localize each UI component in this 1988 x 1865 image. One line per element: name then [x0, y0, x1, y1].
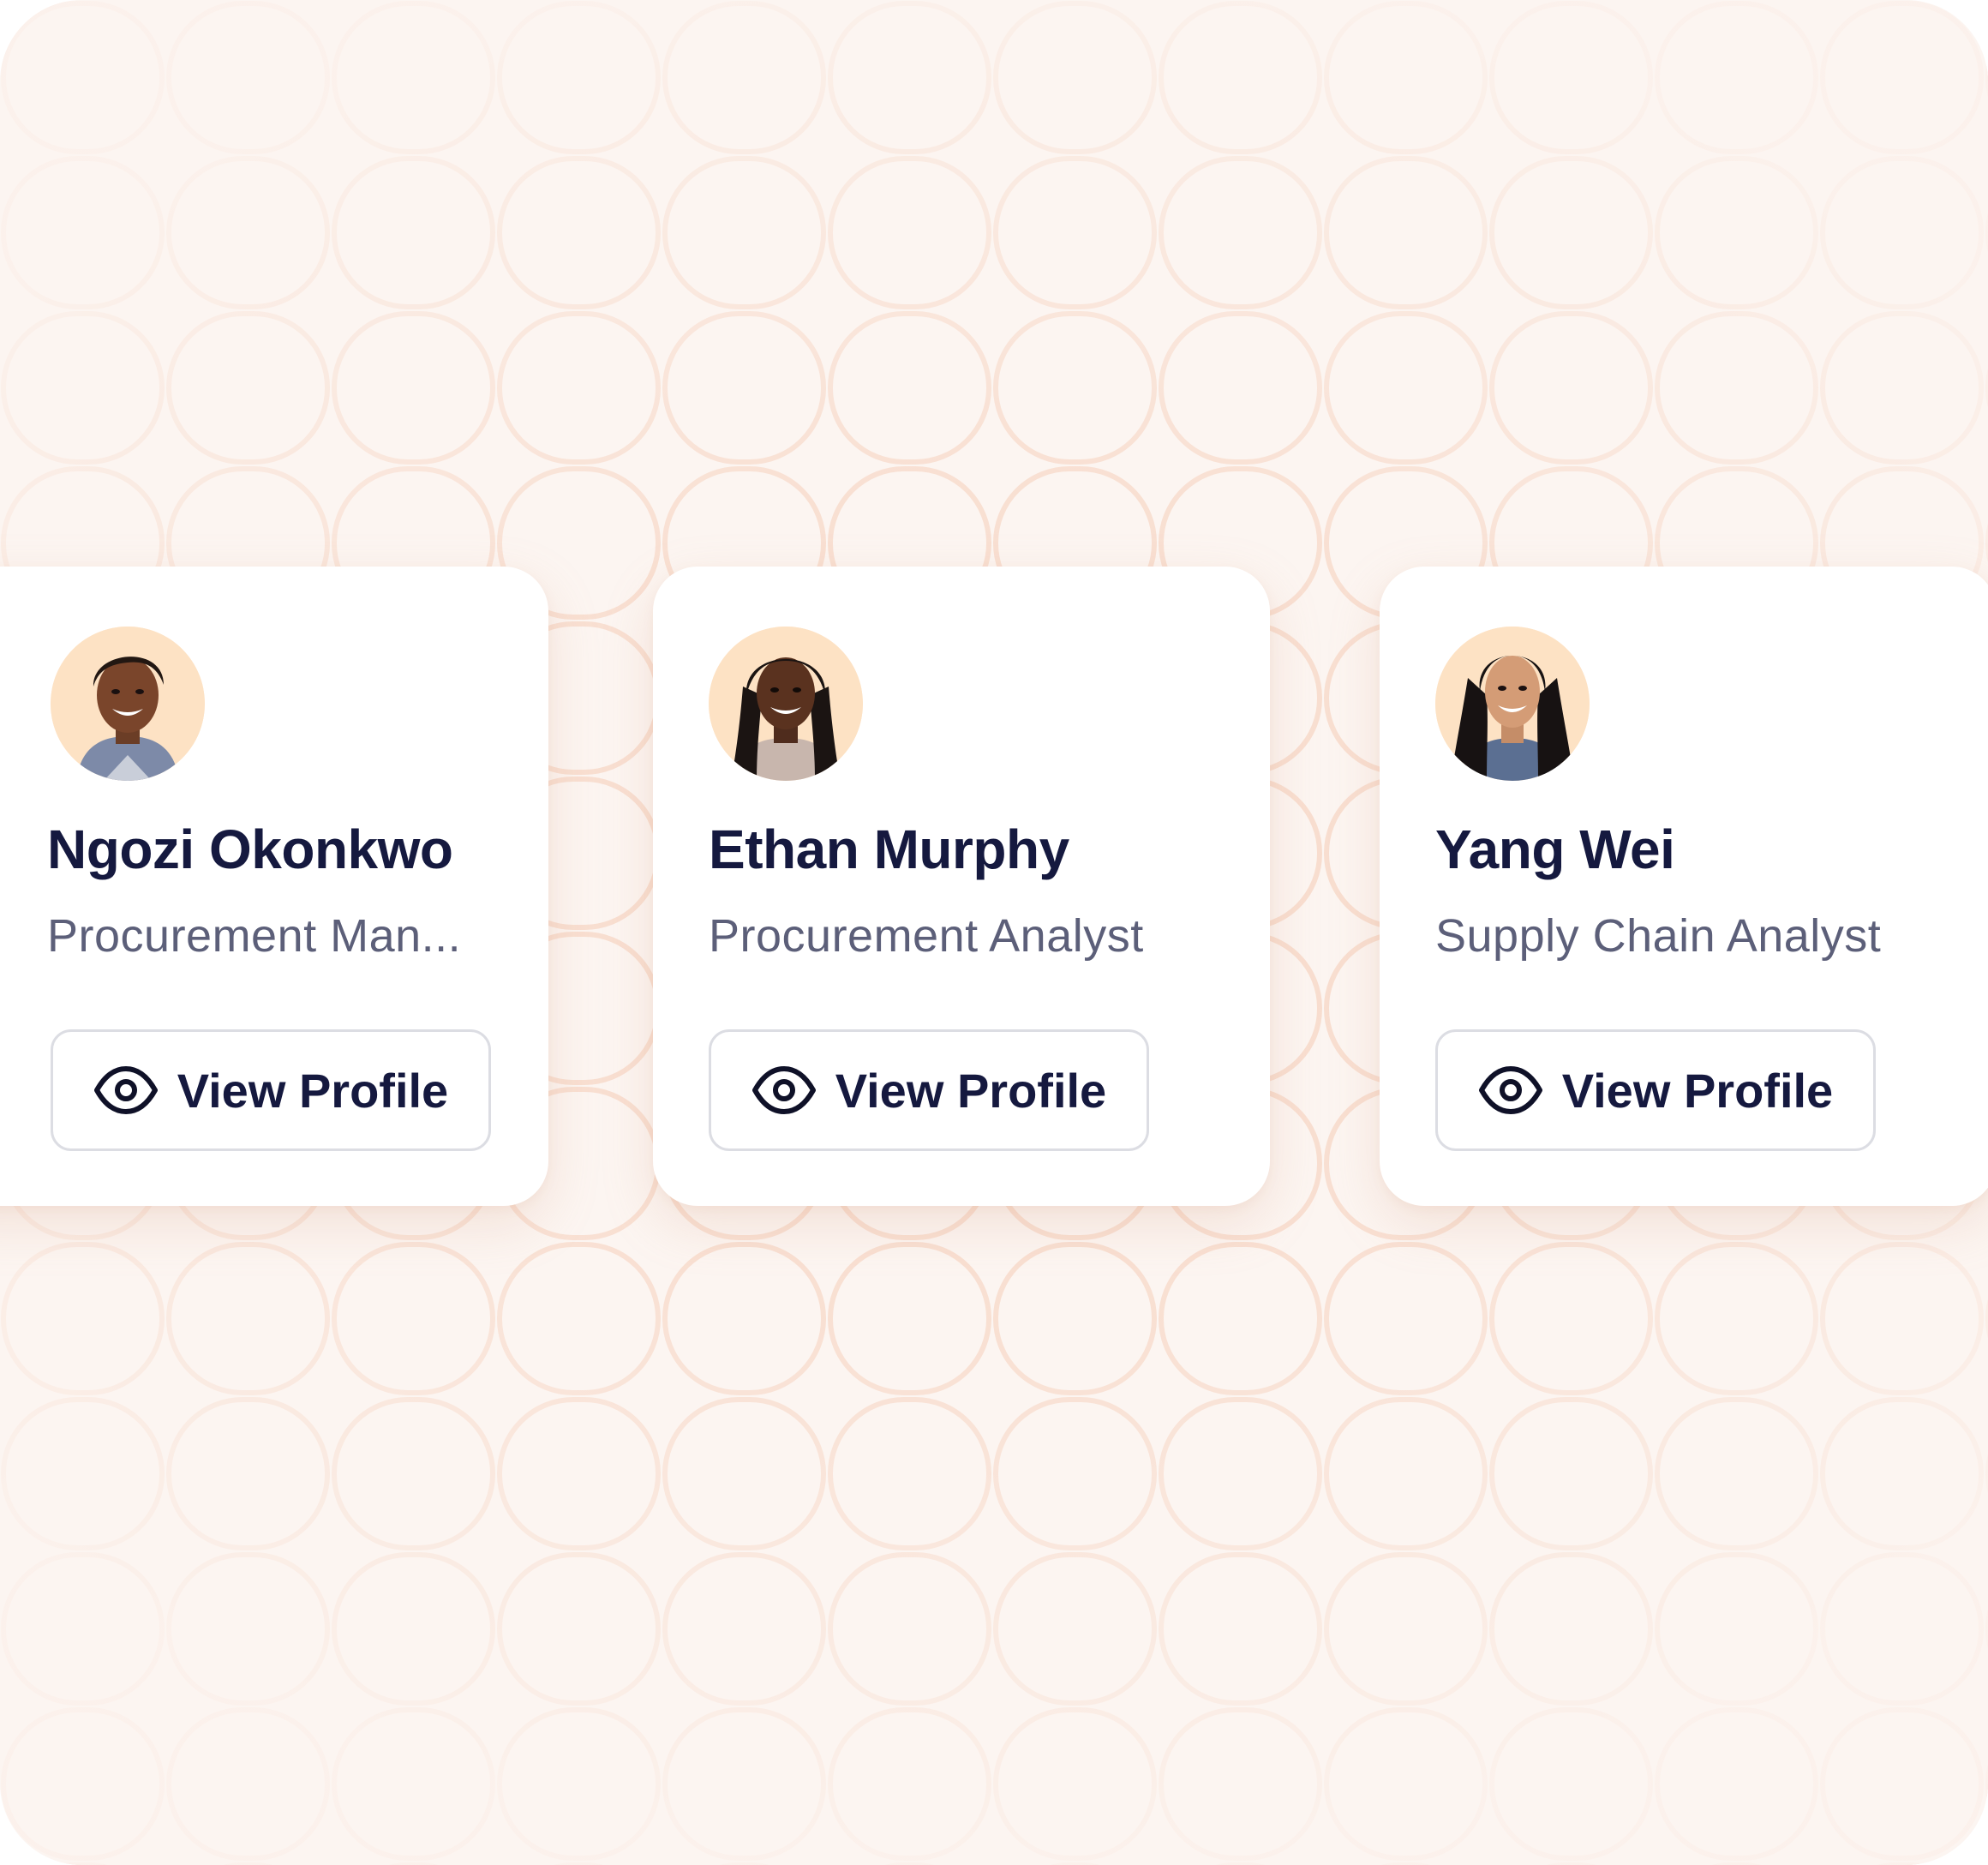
profile-card: Ngozi Okonkwo Procurement Man... View Pr… [0, 567, 548, 1206]
profile-card: Ethan Murphy Procurement Analyst View Pr… [653, 567, 1270, 1206]
eye-icon [751, 1064, 817, 1116]
avatar [709, 627, 863, 781]
profile-name: Ngozi Okonkwo [47, 819, 453, 880]
view-profile-label: View Profile [835, 1063, 1107, 1118]
woman-long-hair-avatar-icon [1435, 627, 1590, 781]
profile-card: Yang Wei Supply Chain Analyst View Profi… [1380, 567, 1988, 1206]
woman-braids-avatar-icon [709, 627, 863, 781]
view-profile-button[interactable]: View Profile [1435, 1029, 1876, 1151]
profile-name: Yang Wei [1435, 819, 1675, 880]
view-profile-label: View Profile [1561, 1063, 1834, 1118]
avatar [51, 627, 205, 781]
profile-role: Supply Chain Analyst [1435, 910, 1882, 962]
view-profile-label: View Profile [177, 1063, 449, 1118]
profile-role: Procurement Analyst [709, 910, 1144, 962]
view-profile-button[interactable]: View Profile [709, 1029, 1149, 1151]
view-profile-button[interactable]: View Profile [51, 1029, 491, 1151]
profile-name: Ethan Murphy [709, 819, 1069, 880]
eye-icon [1478, 1064, 1543, 1116]
eye-icon [93, 1064, 159, 1116]
woman-short-hair-avatar-icon [51, 627, 205, 781]
profile-role: Procurement Man... [47, 910, 462, 962]
avatar [1435, 627, 1590, 781]
profile-cards-panel: Ngozi Okonkwo Procurement Man... View Pr… [0, 0, 1988, 1865]
